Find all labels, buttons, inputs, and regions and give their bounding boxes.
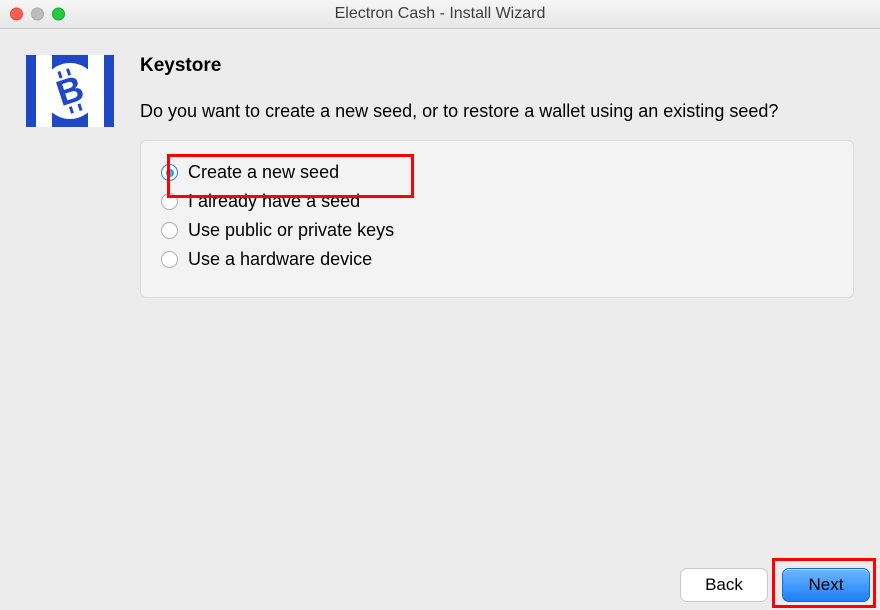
main-panel: Keystore Do you want to create a new see… — [140, 55, 854, 600]
titlebar: Electron Cash - Install Wizard — [0, 0, 880, 29]
keystore-options-group: Create a new seed I already have a seed … — [140, 140, 854, 298]
option-create-new-seed[interactable]: Create a new seed — [161, 159, 833, 186]
content-area: B Keystore Do you want to create a new s… — [0, 29, 880, 610]
radio-label: Use public or private keys — [188, 220, 394, 241]
window-title: Electron Cash - Install Wizard — [0, 5, 880, 23]
option-already-have-seed[interactable]: I already have a seed — [161, 188, 833, 215]
radio-icon — [161, 164, 178, 181]
option-hardware-device[interactable]: Use a hardware device — [161, 246, 833, 273]
radio-icon — [161, 251, 178, 268]
radio-icon — [161, 193, 178, 210]
prompt-text: Do you want to create a new seed, or to … — [140, 101, 854, 122]
radio-label: I already have a seed — [188, 191, 360, 212]
next-button[interactable]: Next — [782, 568, 870, 602]
option-use-keys[interactable]: Use public or private keys — [161, 217, 833, 244]
wizard-footer: Back Next — [680, 568, 870, 602]
back-button[interactable]: Back — [680, 568, 768, 602]
radio-icon — [161, 222, 178, 239]
radio-label: Create a new seed — [188, 162, 339, 183]
maximize-icon[interactable] — [52, 8, 65, 21]
page-title: Keystore — [140, 55, 854, 77]
window-controls — [10, 8, 65, 21]
close-icon[interactable] — [10, 8, 23, 21]
radio-label: Use a hardware device — [188, 249, 372, 270]
app-logo-icon: B — [26, 55, 114, 127]
install-wizard-window: Electron Cash - Install Wizard B Keystor… — [0, 0, 880, 610]
minimize-icon — [31, 8, 44, 21]
